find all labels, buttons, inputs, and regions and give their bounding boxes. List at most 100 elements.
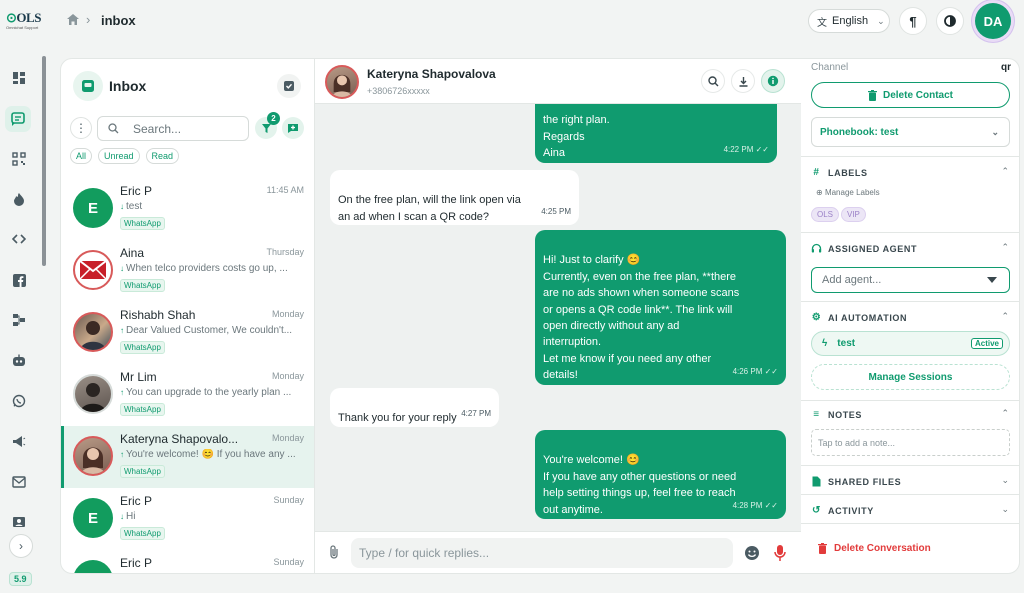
conversation-time: Thursday bbox=[266, 247, 304, 257]
message-input[interactable] bbox=[351, 538, 733, 568]
search-icon bbox=[707, 75, 718, 86]
search-box[interactable] bbox=[97, 116, 249, 141]
emoji-icon[interactable] bbox=[744, 545, 760, 561]
divider bbox=[801, 523, 1019, 524]
microphone-icon[interactable] bbox=[772, 544, 788, 562]
message-time: 4:28 PM ✓✓ bbox=[733, 498, 778, 514]
conversation-item[interactable]: E Eric P 11:45 AM ↓ test WhatsApp bbox=[61, 178, 314, 240]
contact-info-button[interactable] bbox=[761, 69, 785, 93]
assigned-agent-section-header[interactable]: ASSIGNED AGENT bbox=[811, 243, 917, 254]
delete-conversation-label: Delete Conversation bbox=[834, 543, 931, 554]
dashboard-icon[interactable] bbox=[10, 69, 28, 87]
section-title: ASSIGNED AGENT bbox=[828, 243, 918, 254]
mail-check-icon[interactable] bbox=[10, 473, 28, 491]
code-icon[interactable] bbox=[10, 230, 28, 248]
flow-icon[interactable] bbox=[10, 311, 28, 329]
conversation-time: Monday bbox=[271, 371, 304, 381]
theme-toggle-button[interactable] bbox=[936, 7, 964, 35]
chat-contact-name: Kateryna Shapovalova bbox=[367, 67, 496, 81]
qr-code-icon[interactable] bbox=[10, 150, 28, 168]
person-photo-icon bbox=[80, 321, 106, 350]
lightning-icon: ϟ bbox=[822, 338, 828, 349]
filter-chip-all[interactable]: All bbox=[70, 148, 93, 164]
text-direction-button[interactable]: ¶ bbox=[899, 7, 927, 35]
filter-chip-unread[interactable]: Unread bbox=[98, 148, 140, 164]
kebab-icon: ⋮ bbox=[75, 121, 87, 135]
message-thread: the right plan. Regards Aina 4:22 PM ✓✓ … bbox=[315, 104, 801, 531]
add-agent-select[interactable]: Add agent... bbox=[811, 267, 1010, 293]
ai-automation-section-header[interactable]: ⚙ AI AUTOMATION bbox=[811, 312, 907, 323]
shared-files-section-header[interactable]: SHARED FILES bbox=[811, 476, 901, 487]
activity-section-header[interactable]: ↺ ACTIVITY bbox=[811, 505, 874, 516]
info-icon bbox=[767, 75, 779, 87]
chevron-up-icon[interactable]: ⌃ bbox=[1001, 311, 1009, 322]
chevron-down-icon[interactable]: ⌄ bbox=[1001, 475, 1009, 486]
conversation-item[interactable]: E Eric P Sunday bbox=[61, 550, 314, 573]
more-options-button[interactable]: ⋮ bbox=[70, 117, 92, 139]
conversation-item[interactable]: Aina Thursday ↓ When telco providers cost… bbox=[61, 240, 314, 302]
contact-avatar[interactable] bbox=[325, 65, 359, 99]
conversation-time: 11:45 AM bbox=[266, 185, 304, 195]
chevron-right-icon: › bbox=[19, 539, 23, 553]
language-selector[interactable]: 文 English ⌄ bbox=[808, 9, 890, 33]
automation-item[interactable]: ϟ test Active bbox=[811, 331, 1010, 356]
user-avatar[interactable]: DA bbox=[975, 3, 1011, 39]
manage-labels-link[interactable]: ⊕ Manage Labels bbox=[816, 188, 880, 197]
conversation-item[interactable]: Rishabh Shah Monday ↑ Dear Valued Custome… bbox=[61, 302, 314, 364]
message-bubble-outgoing: You're welcome! 😊 If you have any other … bbox=[535, 430, 786, 519]
chevron-up-icon[interactable]: ⌃ bbox=[1001, 408, 1009, 419]
select-all-button[interactable] bbox=[277, 74, 301, 98]
megaphone-icon[interactable] bbox=[10, 432, 28, 450]
label-chip[interactable]: OLS bbox=[811, 207, 840, 222]
trash-icon bbox=[818, 543, 827, 554]
manage-sessions-button[interactable]: Manage Sessions bbox=[811, 364, 1010, 390]
avatar bbox=[73, 312, 113, 352]
delete-conversation-button[interactable]: Delete Conversation bbox=[818, 543, 931, 554]
preview-text: test bbox=[126, 201, 143, 212]
flame-icon[interactable] bbox=[10, 190, 28, 208]
filter-chip-read[interactable]: Read bbox=[145, 148, 180, 164]
contact-name: Eric P bbox=[120, 184, 153, 198]
add-note-field[interactable]: Tap to add a note... bbox=[811, 429, 1010, 456]
rail-scrollbar[interactable] bbox=[42, 56, 46, 266]
conversation-item[interactable]: Mr Lim Monday ↑ You can upgrade to the ye… bbox=[61, 364, 314, 426]
search-messages-button[interactable] bbox=[701, 69, 725, 93]
expand-sidebar-button[interactable]: › bbox=[9, 534, 33, 558]
message-preview: ↑ You're welcome! 😊 If you have any ... bbox=[120, 449, 304, 460]
download-button[interactable] bbox=[731, 69, 755, 93]
conversation-item[interactable]: E Eric P Sunday ↓ Hi WhatsApp bbox=[61, 488, 314, 550]
preview-text: Dear Valued Customer, We couldn't... bbox=[126, 325, 293, 336]
breadcrumb-separator: › bbox=[86, 12, 91, 27]
chevron-up-icon[interactable]: ⌃ bbox=[1001, 242, 1009, 253]
time-text: 4:28 PM bbox=[732, 500, 763, 510]
avatar bbox=[73, 374, 113, 414]
facebook-icon[interactable] bbox=[10, 271, 28, 289]
double-check-icon: ✓✓ bbox=[764, 500, 778, 510]
phonebook-select[interactable]: Phonebook: test ⌄ bbox=[811, 117, 1010, 147]
notes-section-header[interactable]: ≡ NOTES bbox=[811, 409, 862, 420]
home-icon[interactable] bbox=[66, 13, 80, 27]
paperclip-icon[interactable] bbox=[327, 544, 341, 560]
double-check-icon: ✓✓ bbox=[764, 366, 778, 376]
conversation-time: Sunday bbox=[273, 557, 304, 567]
breadcrumb-current: inbox bbox=[101, 13, 136, 28]
chevron-up-icon[interactable]: ⌃ bbox=[1001, 166, 1009, 177]
conversation-item-active[interactable]: Kateryna Shapovalo... Monday ↑ You're wel… bbox=[61, 426, 314, 488]
message-preview: ↓ When telco providers costs go up, ... bbox=[120, 263, 304, 274]
inbox-nav-icon[interactable] bbox=[5, 106, 31, 132]
new-message-button[interactable] bbox=[282, 117, 304, 139]
filter-chips: All Unread Read bbox=[70, 148, 180, 164]
message-preview: ↑ You can upgrade to the yearly plan ... bbox=[120, 387, 304, 398]
contacts-icon[interactable] bbox=[10, 513, 28, 531]
delete-contact-button[interactable]: Delete Contact bbox=[811, 82, 1010, 108]
channel-tag: WhatsApp bbox=[120, 465, 165, 478]
app-logo[interactable]: ⊙OLS Omnichat Support bbox=[6, 10, 41, 34]
label-chip[interactable]: VIP bbox=[841, 207, 866, 222]
labels-section-header[interactable]: # LABELS bbox=[811, 167, 868, 178]
message-text: On the free plan, will the link open via… bbox=[338, 194, 521, 223]
whatsapp-icon[interactable] bbox=[10, 392, 28, 410]
inbox-panel: Inbox ⋮ 2 All Unread Read E Eric P 11:45… bbox=[61, 59, 315, 573]
chevron-down-icon[interactable]: ⌄ bbox=[1001, 504, 1009, 515]
bot-icon[interactable] bbox=[10, 351, 28, 369]
search-input[interactable] bbox=[133, 121, 233, 136]
